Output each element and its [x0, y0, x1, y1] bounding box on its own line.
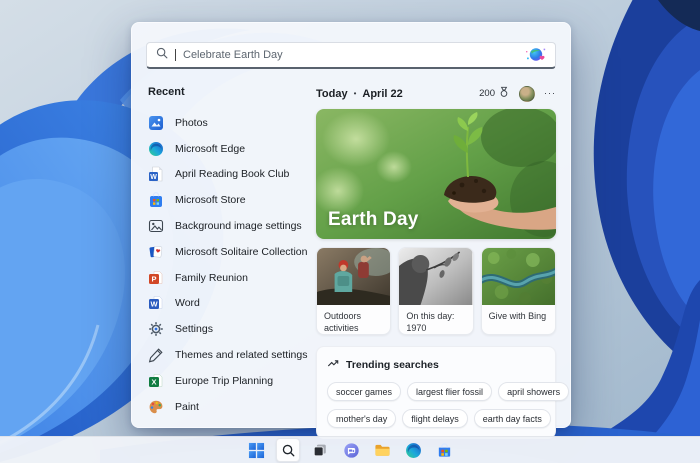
solitaire-icon — [148, 244, 164, 260]
trending-title: Trending searches — [346, 359, 439, 371]
trending-chip[interactable]: april showers — [498, 382, 569, 401]
recent-title: Recent — [148, 86, 310, 98]
rewards-badge[interactable]: 200 — [479, 86, 510, 101]
more-options-button[interactable]: ··· — [544, 89, 556, 98]
recent-item-label: Themes and related settings — [175, 349, 308, 361]
date-label: April 22 — [362, 88, 402, 100]
search-flyout-panel: Celebrate Earth Day Recent — [131, 22, 571, 428]
recent-item-microsoft-store[interactable]: Microsoft Store — [148, 187, 310, 213]
today-section: Today • April 22 200 ··· — [316, 84, 556, 439]
recent-item-label: April Reading Book Club — [175, 168, 289, 180]
edge-icon — [148, 141, 164, 157]
today-header: Today • April 22 200 ··· — [316, 86, 556, 101]
today-cards: Outdoors activities nearby — [316, 247, 556, 335]
hikers-photo — [317, 248, 390, 305]
search-placeholder: Celebrate Earth Day — [183, 49, 519, 61]
recent-item-themes-and-related-settings[interactable]: Themes and related settings — [148, 342, 310, 368]
edge-button[interactable] — [402, 439, 424, 461]
svg-text:W: W — [150, 174, 157, 181]
windows-logo-icon — [248, 442, 265, 459]
taskbar-search-button[interactable] — [276, 438, 300, 462]
recent-item-microsoft-edge[interactable]: Microsoft Edge — [148, 136, 310, 162]
chat-button[interactable] — [340, 439, 362, 461]
recent-item-photos[interactable]: Photos — [148, 110, 310, 136]
task-view-button[interactable] — [309, 439, 331, 461]
recent-item-microsoft-solitaire-collection[interactable]: Microsoft Solitaire Collection — [148, 239, 310, 265]
start-button[interactable] — [245, 439, 267, 461]
svg-text:P: P — [151, 274, 156, 283]
trending-chip[interactable]: mother's day — [327, 409, 396, 428]
recent-item-label: Background image settings — [175, 220, 302, 232]
svg-text:W: W — [150, 300, 158, 309]
recent-item-family-reunion[interactable]: P Family Reunion — [148, 265, 310, 291]
rewards-points: 200 — [479, 88, 495, 99]
card-label: Give with Bing — [482, 305, 555, 322]
vintage-1970-photo — [399, 248, 472, 305]
recent-item-settings[interactable]: Settings — [148, 316, 310, 342]
trending-chip[interactable]: soccer games — [327, 382, 401, 401]
card-outdoors-activities[interactable]: Outdoors activities nearby — [316, 247, 391, 335]
trending-chip[interactable]: flight delays — [402, 409, 468, 428]
recent-item-background-image-settings[interactable]: Background image settings — [148, 213, 310, 239]
trending-chip[interactable]: earth day facts — [474, 409, 551, 428]
medal-icon — [498, 86, 510, 101]
user-avatar[interactable] — [519, 86, 535, 102]
trending-searches-panel: Trending searches soccer games largest f… — [316, 346, 556, 439]
excel-icon: X — [148, 373, 164, 389]
card-label: Outdoors activities nearby — [317, 305, 390, 335]
store-icon — [148, 192, 164, 208]
edge-icon — [405, 442, 422, 459]
image-settings-icon — [148, 218, 164, 234]
trending-up-icon — [327, 356, 339, 374]
recent-item-label: Photos — [175, 117, 208, 129]
search-icon — [155, 46, 169, 65]
file-explorer-button[interactable] — [371, 439, 393, 461]
recent-section: Recent Photos Microsoft Edge W April Rea… — [146, 84, 316, 439]
card-label: On this day: 1970 — [399, 305, 472, 334]
recent-item-label: Word — [175, 297, 200, 309]
today-label: Today — [316, 88, 348, 100]
recent-item-label: Microsoft Store — [175, 194, 246, 206]
header-separator: • — [354, 89, 357, 98]
river-forest-aerial — [482, 248, 555, 305]
gear-icon — [148, 321, 164, 337]
chat-icon — [343, 442, 360, 459]
card-give-with-bing[interactable]: Give with Bing — [481, 247, 556, 335]
recent-item-label: Family Reunion — [175, 272, 248, 284]
recent-item-label: Paint — [175, 401, 199, 413]
word-icon: W — [148, 295, 164, 311]
recent-item-label: Settings — [175, 323, 213, 335]
paint-icon — [148, 399, 164, 415]
svg-text:X: X — [151, 377, 156, 386]
recent-item-paint[interactable]: Paint — [148, 394, 310, 420]
pencil-icon — [148, 347, 164, 363]
folder-icon — [374, 442, 391, 459]
recent-item-label: Europe Trip Planning — [175, 375, 273, 387]
recent-item-word[interactable]: W Word — [148, 291, 310, 317]
bing-earth-globe-icon[interactable] — [525, 46, 547, 64]
trending-chip[interactable]: largest flier fossil — [407, 382, 492, 401]
store-icon — [436, 442, 453, 459]
recent-item-april-reading-book-club[interactable]: W April Reading Book Club — [148, 162, 310, 188]
photos-icon — [148, 115, 164, 131]
recent-item-label: Microsoft Edge — [175, 143, 245, 155]
word-document-icon: W — [148, 166, 164, 182]
earth-day-hero-card[interactable]: Earth Day — [316, 109, 556, 239]
task-view-icon — [312, 442, 328, 458]
hero-title: Earth Day — [328, 209, 419, 231]
store-button[interactable] — [433, 439, 455, 461]
text-caret — [175, 49, 176, 61]
powerpoint-icon: P — [148, 270, 164, 286]
search-input[interactable]: Celebrate Earth Day — [146, 42, 556, 69]
search-icon — [281, 443, 296, 458]
recent-item-europe-trip-planning[interactable]: X Europe Trip Planning — [148, 368, 310, 394]
taskbar — [0, 436, 700, 463]
recent-item-label: Microsoft Solitaire Collection — [175, 246, 307, 258]
card-on-this-day[interactable]: On this day: 1970 — [398, 247, 473, 335]
